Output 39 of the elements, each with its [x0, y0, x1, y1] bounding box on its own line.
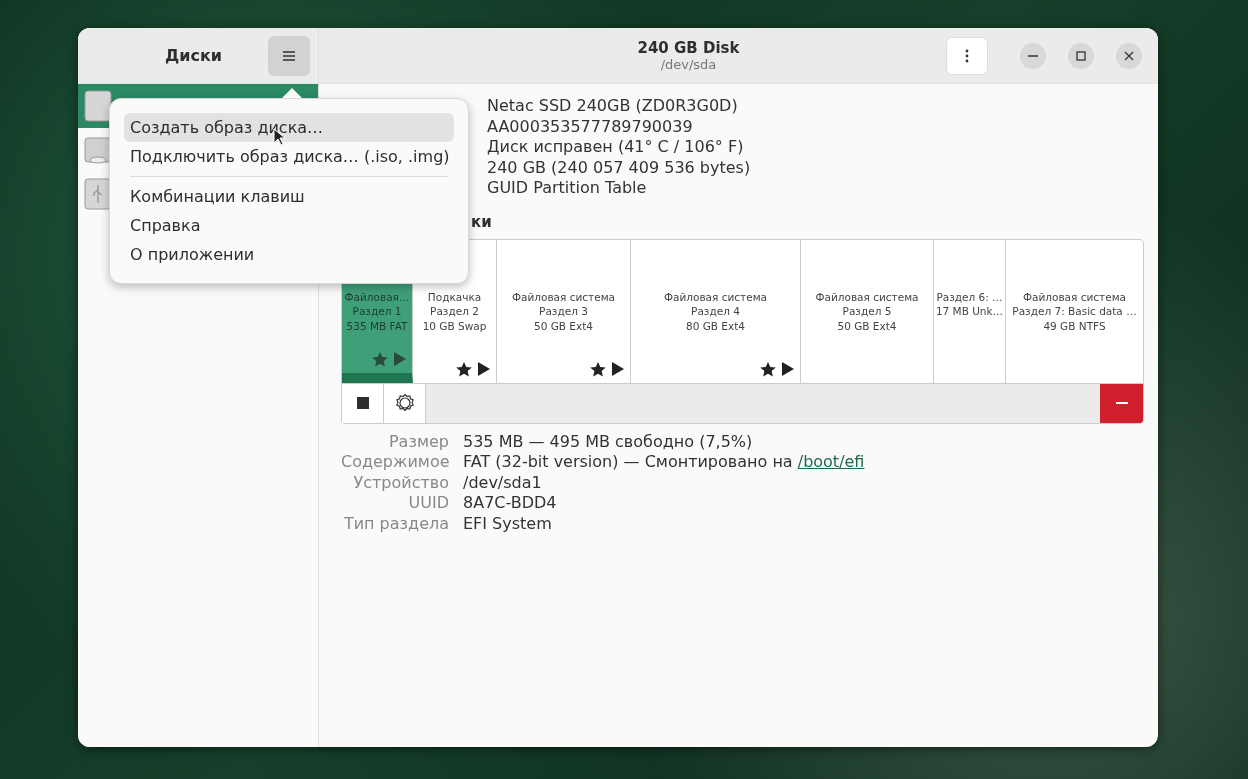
detail-value: 8A7C-BDD4 [463, 493, 558, 514]
detail-value: 535 MB — 495 MB свободно (7,5%) [463, 431, 754, 452]
detail-value: /dev/sda1 [463, 472, 543, 493]
partition-label: Раздел 3 [538, 304, 589, 319]
partition-label: Файловая… [343, 289, 411, 304]
detail-label: Тип раздела [342, 513, 449, 534]
partition-label: 80 GB Ext4 [685, 318, 746, 333]
partition-label: Файловая система [1022, 289, 1127, 304]
detail-label: UUID [407, 493, 449, 514]
partition-label: 10 GB Swap [421, 318, 488, 333]
partition-label: 17 MB Unk… [934, 304, 1005, 319]
partition-label: Раздел 5 [841, 304, 893, 319]
partition-label: Подкачка [426, 289, 483, 304]
partition-label: Раздел 2 [429, 304, 480, 319]
detail-value: FAT (32-bit version) — Смонтировано на /boot/efi [463, 452, 866, 473]
detail-label: Размер [387, 431, 449, 452]
detail-label: Устройство [352, 472, 449, 493]
partition-label: Файловая система [511, 289, 616, 304]
section-heading: ки [471, 212, 493, 231]
info-value: AA000353577789790039 [487, 116, 694, 137]
partition-label: Файловая система [663, 289, 768, 304]
partition-label: Файловая система [814, 289, 920, 304]
partition-label: 50 GB Ext4 [836, 318, 898, 333]
info-value: Диск исправен (41° C / 106° F) [487, 137, 745, 158]
window-title: 240 GB Disk [637, 39, 740, 57]
partition-label: Раздел 1 [351, 304, 403, 319]
sidebar-title: Диски [165, 46, 222, 65]
window-subtitle: /dev/sda [660, 57, 717, 72]
partition-label: 50 GB Ext4 [533, 318, 594, 333]
partition-label: 535 MB FAT [345, 318, 409, 333]
partition-label: 49 GB NTFS [1042, 318, 1107, 333]
info-value: GUID Partition Table [487, 178, 648, 199]
detail-label: Содержимое [341, 452, 449, 473]
info-value: 240 GB (240 057 409 536 bytes) [487, 157, 752, 178]
partition-label: Раздел 6: … [935, 289, 1004, 304]
info-value: Netac SSD 240GB (ZD0R3G0D) [487, 96, 739, 117]
partition-label: Раздел 4 [690, 304, 741, 319]
partition-label: Раздел 7: Basic data … [1011, 304, 1138, 319]
detail-value: EFI System [463, 513, 553, 534]
